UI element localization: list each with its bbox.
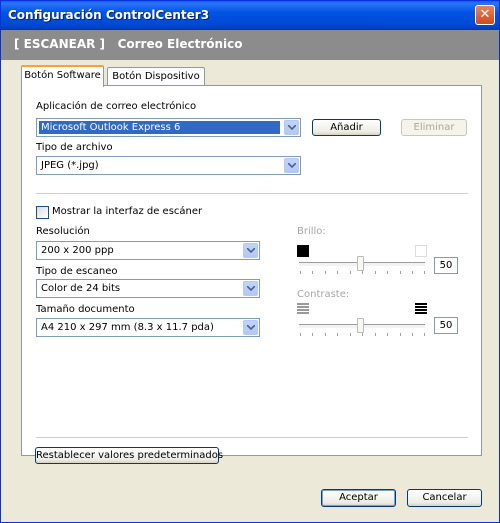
brightness-tick bbox=[412, 271, 413, 274]
contrast-high-icon bbox=[415, 303, 427, 315]
brightness-tick bbox=[350, 271, 351, 274]
scan-type-label: Tipo de escaneo bbox=[36, 266, 118, 277]
close-button[interactable]: ✕ bbox=[475, 5, 495, 25]
contrast-tick bbox=[300, 333, 301, 336]
scan-type-value: Color de 24 bits bbox=[41, 283, 121, 294]
resolution-value: 200 x 200 ppp bbox=[41, 245, 114, 256]
file-type-label: Tipo de archivo bbox=[36, 142, 113, 153]
brightness-tick bbox=[400, 271, 401, 274]
doc-size-value: A4 210 x 297 mm (8.3 x 11.7 pda) bbox=[41, 322, 214, 333]
contrast-tick bbox=[337, 333, 338, 336]
cancel-button[interactable]: Cancelar bbox=[407, 489, 482, 507]
divider bbox=[36, 437, 468, 438]
brightness-label: Brillo: bbox=[297, 226, 326, 237]
brightness-value: 50 bbox=[434, 257, 458, 274]
contrast-label: Contraste: bbox=[297, 289, 350, 300]
brightness-tick bbox=[312, 271, 313, 274]
contrast-tick bbox=[312, 333, 313, 336]
tab-label: Botón Dispositivo bbox=[112, 71, 200, 82]
contrast-tick bbox=[350, 333, 351, 336]
show-scanner-ui-label[interactable]: Mostrar la interfaz de escáner bbox=[52, 206, 202, 217]
remove-button: Eliminar bbox=[401, 119, 467, 136]
tab-boton-dispositivo[interactable]: Botón Dispositivo bbox=[107, 67, 205, 86]
window-title: Configuración ControlCenter3 bbox=[8, 8, 210, 22]
file-type-value: JPEG (*.jpg) bbox=[41, 160, 99, 171]
title-bar[interactable]: Configuración ControlCenter3 ✕ bbox=[1, 1, 499, 30]
accept-button[interactable]: Aceptar bbox=[321, 489, 396, 507]
contrast-tick bbox=[400, 333, 401, 336]
chevron-down-icon[interactable] bbox=[284, 158, 299, 173]
restore-defaults-button[interactable]: Restablecer valores predeterminados bbox=[35, 447, 223, 464]
brightness-tick bbox=[325, 271, 326, 274]
brightness-tick bbox=[375, 271, 376, 274]
file-type-select[interactable]: JPEG (*.jpg) bbox=[36, 156, 301, 175]
contrast-tick bbox=[424, 333, 425, 336]
brightness-tick bbox=[300, 271, 301, 274]
doc-size-label: Tamaño documento bbox=[36, 304, 135, 315]
contrast-tick bbox=[375, 333, 376, 336]
section-header: [ ESCANEAR ] Correo Electrónico bbox=[1, 30, 499, 60]
resolution-select[interactable]: 200 x 200 ppp bbox=[36, 241, 260, 260]
chevron-down-icon[interactable] bbox=[243, 281, 258, 296]
subsection-name: Correo Electrónico bbox=[117, 37, 243, 51]
brightness-tick bbox=[387, 271, 388, 274]
email-app-select[interactable]: Microsoft Outlook Express 6 bbox=[36, 118, 301, 137]
tab-panel: Aplicación de correo electrónico Microso… bbox=[21, 85, 482, 456]
contrast-tick bbox=[412, 333, 413, 336]
chevron-down-icon[interactable] bbox=[243, 243, 258, 258]
chevron-down-icon[interactable] bbox=[243, 320, 258, 335]
section-name: [ ESCANEAR ] bbox=[14, 37, 106, 51]
show-scanner-ui-checkbox[interactable] bbox=[36, 206, 49, 219]
tab-boton-software[interactable]: Botón Software bbox=[21, 65, 104, 87]
brightness-tick bbox=[362, 271, 363, 274]
doc-size-select[interactable]: A4 210 x 297 mm (8.3 x 11.7 pda) bbox=[36, 318, 260, 337]
scan-type-select[interactable]: Color de 24 bits bbox=[36, 279, 260, 298]
resolution-label: Resolución bbox=[36, 226, 90, 237]
brightness-light-icon bbox=[415, 245, 427, 257]
add-button[interactable]: Añadir bbox=[312, 119, 381, 136]
divider bbox=[36, 193, 468, 194]
contrast-slider-thumb[interactable] bbox=[357, 318, 364, 333]
close-icon: ✕ bbox=[479, 7, 491, 22]
brightness-tick bbox=[424, 271, 425, 274]
contrast-low-icon bbox=[297, 303, 309, 315]
dialog-window: Configuración ControlCenter3 ✕ [ ESCANEA… bbox=[0, 0, 500, 523]
chevron-down-icon[interactable] bbox=[284, 120, 299, 135]
brightness-tick bbox=[337, 271, 338, 274]
tab-label: Botón Software bbox=[24, 70, 101, 81]
email-app-label: Aplicación de correo electrónico bbox=[36, 101, 197, 112]
contrast-value: 50 bbox=[434, 317, 458, 334]
brightness-slider-thumb[interactable] bbox=[357, 256, 364, 271]
contrast-tick bbox=[362, 333, 363, 336]
brightness-dark-icon bbox=[297, 245, 309, 257]
contrast-tick bbox=[325, 333, 326, 336]
section-header-label: [ ESCANEAR ] Correo Electrónico bbox=[14, 37, 243, 51]
contrast-tick bbox=[387, 333, 388, 336]
email-app-value: Microsoft Outlook Express 6 bbox=[39, 121, 280, 134]
